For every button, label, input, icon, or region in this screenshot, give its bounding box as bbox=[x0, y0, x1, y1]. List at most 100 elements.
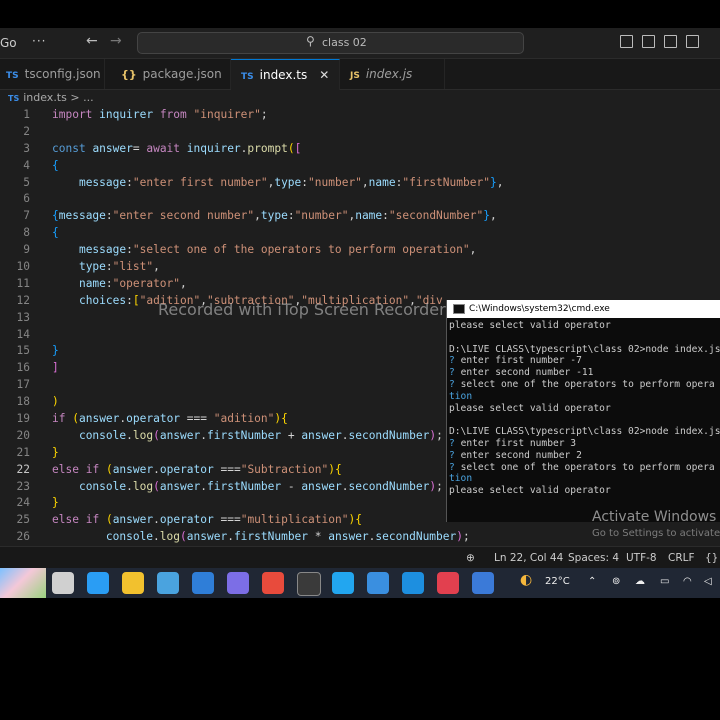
code-token: ( bbox=[72, 412, 79, 426]
file-explorer-icon[interactable] bbox=[122, 572, 144, 594]
code-token: : bbox=[382, 209, 389, 223]
display-icon[interactable]: ▭ bbox=[660, 576, 669, 587]
tab-label: index.ts bbox=[259, 68, 308, 82]
code-token: "number" bbox=[308, 175, 362, 189]
command-center-search[interactable]: ⚲ class 02 bbox=[137, 32, 524, 54]
terminal-token: enter second number -11 bbox=[460, 367, 594, 379]
store-icon[interactable] bbox=[157, 572, 179, 594]
code-token: await bbox=[146, 141, 181, 155]
terminal-line: D:\LIVE CLASS\typescript\class 02>node i… bbox=[449, 426, 720, 438]
media-icon[interactable] bbox=[227, 572, 249, 594]
taskbar: ◐ 22°C ⌃ ⊚ ☁ ▭ ◠ ◁ bbox=[0, 568, 720, 598]
terminal-line: please select valid operator bbox=[449, 485, 720, 497]
code-token: inquirer bbox=[186, 141, 241, 155]
paint-icon[interactable] bbox=[367, 572, 389, 594]
close-icon[interactable]: ✕ bbox=[319, 68, 329, 82]
code-text: } bbox=[52, 495, 59, 512]
code-token: "Subtraction" bbox=[240, 462, 329, 476]
code-token: answer bbox=[301, 479, 342, 493]
chrome-icon[interactable] bbox=[262, 572, 284, 594]
tab-index-js[interactable]: JS index.js bbox=[340, 59, 445, 89]
cmd-icon bbox=[453, 303, 465, 314]
terminal-token: ? bbox=[449, 367, 461, 379]
code-token: type bbox=[274, 175, 302, 189]
code-line[interactable]: 9 message:"select one of the operators t… bbox=[0, 242, 720, 259]
tab-index-ts[interactable]: TS index.ts ✕ bbox=[231, 59, 340, 90]
zoom-icon[interactable]: ⊕ bbox=[466, 552, 475, 564]
breadcrumb-more[interactable]: ... bbox=[83, 91, 94, 104]
code-line[interactable]: 1 import inquirer from "inquirer"; bbox=[0, 107, 720, 124]
code-token: answer bbox=[301, 428, 342, 442]
code-text: const answer= await inquirer.prompt([ bbox=[52, 141, 301, 158]
code-token: name bbox=[355, 209, 383, 223]
code-token: console bbox=[78, 479, 127, 493]
code-text: { bbox=[52, 225, 59, 242]
code-line[interactable]: 6 bbox=[0, 191, 720, 208]
search-icon: ⚲ bbox=[306, 34, 315, 48]
tab-tsconfig[interactable]: TS tsconfig.json bbox=[0, 59, 105, 89]
vscode-2-icon[interactable] bbox=[402, 572, 424, 594]
code-token: { bbox=[52, 209, 59, 223]
line-number: 13 bbox=[16, 310, 30, 324]
chevron-up-icon[interactable]: ⌃ bbox=[588, 576, 596, 587]
indentation[interactable]: Spaces: 4 bbox=[568, 552, 619, 564]
edge-icon[interactable] bbox=[87, 572, 109, 594]
toggle-secondary-sidebar-icon[interactable] bbox=[664, 35, 677, 48]
breadcrumb-file[interactable]: index.ts bbox=[23, 91, 67, 104]
cursor-position[interactable]: Ln 22, Col 44 bbox=[494, 552, 563, 564]
line-number: 22 bbox=[16, 462, 30, 476]
more-menu-button[interactable]: ··· bbox=[32, 34, 46, 48]
code-token: log bbox=[159, 530, 181, 544]
code-line[interactable]: 2 bbox=[0, 124, 720, 141]
code-line[interactable]: 3 const answer= await inquirer.prompt([ bbox=[0, 141, 720, 158]
code-line[interactable]: 7 {message:"enter second number",type:"nu… bbox=[0, 208, 720, 225]
end-of-line[interactable]: CRLF bbox=[668, 552, 695, 564]
code-token: , bbox=[254, 209, 261, 223]
code-token: ] bbox=[52, 361, 59, 375]
cmd-title-bar[interactable]: C:\Windows\system32\cmd.exe bbox=[447, 300, 720, 318]
code-token: { bbox=[52, 226, 59, 240]
mail-icon[interactable] bbox=[192, 572, 214, 594]
code-token: . bbox=[126, 479, 133, 493]
terminal-token: D:\LIVE CLASS\typescript\class 02>node i… bbox=[449, 343, 720, 355]
volume-icon[interactable]: ◁ bbox=[704, 576, 712, 587]
cloud-icon[interactable]: ☁ bbox=[635, 576, 645, 587]
code-text: name:"operator", bbox=[52, 276, 187, 293]
task-view-icon[interactable] bbox=[52, 572, 74, 594]
tab-package-json[interactable]: {} package.json bbox=[105, 59, 231, 89]
meet-icon[interactable]: ⊚ bbox=[612, 576, 620, 587]
code-line[interactable]: 5 message:"enter first number",type:"num… bbox=[0, 175, 720, 192]
menu-go[interactable]: Go bbox=[0, 36, 17, 50]
wifi-icon[interactable]: ◠ bbox=[683, 576, 692, 587]
cmd-window[interactable]: C:\Windows\system32\cmd.exe please selec… bbox=[446, 300, 720, 522]
toggle-panel-icon[interactable] bbox=[642, 35, 655, 48]
terminal-token: select one of the operators to perform o… bbox=[460, 378, 715, 390]
code-line[interactable]: 8{ bbox=[0, 225, 720, 242]
forward-arrow-icon[interactable]: → bbox=[110, 33, 122, 49]
weather-temp[interactable]: 22°C bbox=[545, 576, 570, 587]
customize-layout-icon[interactable] bbox=[686, 35, 699, 48]
line-number: 20 bbox=[16, 428, 30, 442]
code-token: "enter second number" bbox=[112, 209, 255, 223]
line-number: 26 bbox=[16, 530, 30, 544]
shield-icon[interactable] bbox=[472, 572, 494, 594]
recorder-icon[interactable] bbox=[437, 572, 459, 594]
back-arrow-icon[interactable]: ← bbox=[86, 33, 98, 49]
encoding[interactable]: UTF-8 bbox=[626, 552, 657, 564]
widgets-thumbnail[interactable] bbox=[0, 568, 46, 598]
code-line[interactable]: 11 name:"operator", bbox=[0, 276, 720, 293]
code-token: answer bbox=[78, 412, 120, 426]
line-number: 25 bbox=[16, 513, 30, 527]
cmd-output[interactable]: please select valid operator D:\LIVE CLAS… bbox=[447, 318, 720, 497]
code-token: "firstNumber" bbox=[402, 175, 490, 189]
cmd-icon[interactable] bbox=[297, 572, 321, 596]
vscode-icon[interactable] bbox=[332, 572, 354, 594]
code-line[interactable]: 4{ bbox=[0, 158, 720, 175]
code-line[interactable]: 10 type:"list", bbox=[0, 259, 720, 276]
code-token: secondNumber bbox=[348, 428, 430, 442]
typescript-icon: TS bbox=[241, 72, 254, 82]
toggle-sidebar-icon[interactable] bbox=[620, 35, 633, 48]
language-mode[interactable]: {} bbox=[705, 552, 718, 564]
